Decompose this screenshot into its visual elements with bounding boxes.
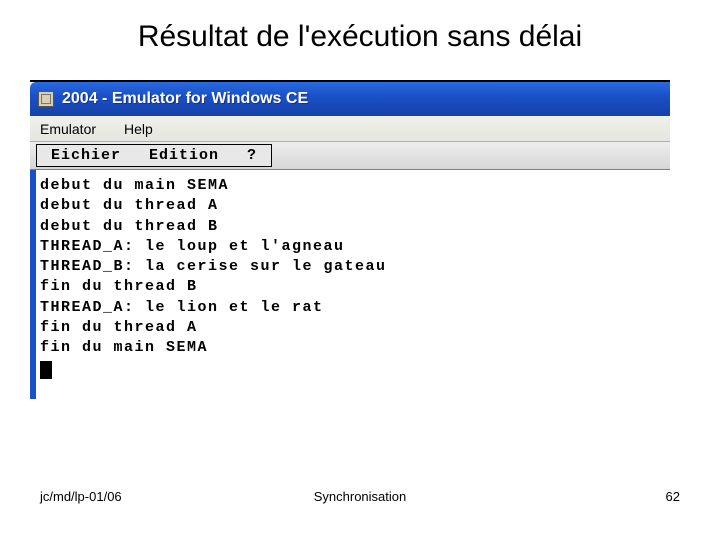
window-title: 2004 - Emulator for Windows CE	[62, 90, 308, 108]
console-line: THREAD_B: la cerise sur le gateau	[40, 257, 666, 277]
menu-help[interactable]: Help	[124, 121, 153, 137]
inner-menu-group: Eichier Edition ?	[36, 144, 272, 167]
console-line: fin du main SEMA	[40, 338, 666, 358]
footer-left: jc/md/lp-01/06	[40, 489, 251, 504]
footer-right: 62	[469, 489, 680, 504]
footer-center: Synchronisation	[251, 489, 469, 504]
emulator-window: 2004 - Emulator for Windows CE Emulator …	[30, 82, 670, 399]
menu-question[interactable]: ?	[233, 147, 271, 164]
inner-menubar: Eichier Edition ?	[30, 142, 670, 170]
slide: Résultat de l'exécution sans délai 2004 …	[0, 0, 720, 540]
console-line: fin du thread A	[40, 318, 666, 338]
slide-title: Résultat de l'exécution sans délai	[0, 20, 720, 54]
titlebar[interactable]: 2004 - Emulator for Windows CE	[30, 82, 670, 116]
console-output: debut du main SEMA debut du thread A deb…	[30, 170, 670, 399]
menu-edition[interactable]: Edition	[135, 147, 233, 164]
menu-fichier[interactable]: Eichier	[37, 147, 135, 164]
slide-footer: jc/md/lp-01/06 Synchronisation 62	[0, 489, 720, 504]
console-line: THREAD_A: le loup et l'agneau	[40, 237, 666, 257]
app-icon	[38, 91, 54, 107]
console-line: debut du main SEMA	[40, 176, 666, 196]
cursor-icon	[40, 361, 52, 379]
window-frame: 2004 - Emulator for Windows CE Emulator …	[30, 80, 670, 399]
console-cursor-line	[40, 358, 666, 378]
console-line: debut du thread A	[40, 196, 666, 216]
menu-emulator[interactable]: Emulator	[40, 121, 96, 137]
outer-menubar: Emulator Help	[30, 116, 670, 142]
console-line: THREAD_A: le lion et le rat	[40, 298, 666, 318]
console-line: fin du thread B	[40, 277, 666, 297]
console-line: debut du thread B	[40, 217, 666, 237]
